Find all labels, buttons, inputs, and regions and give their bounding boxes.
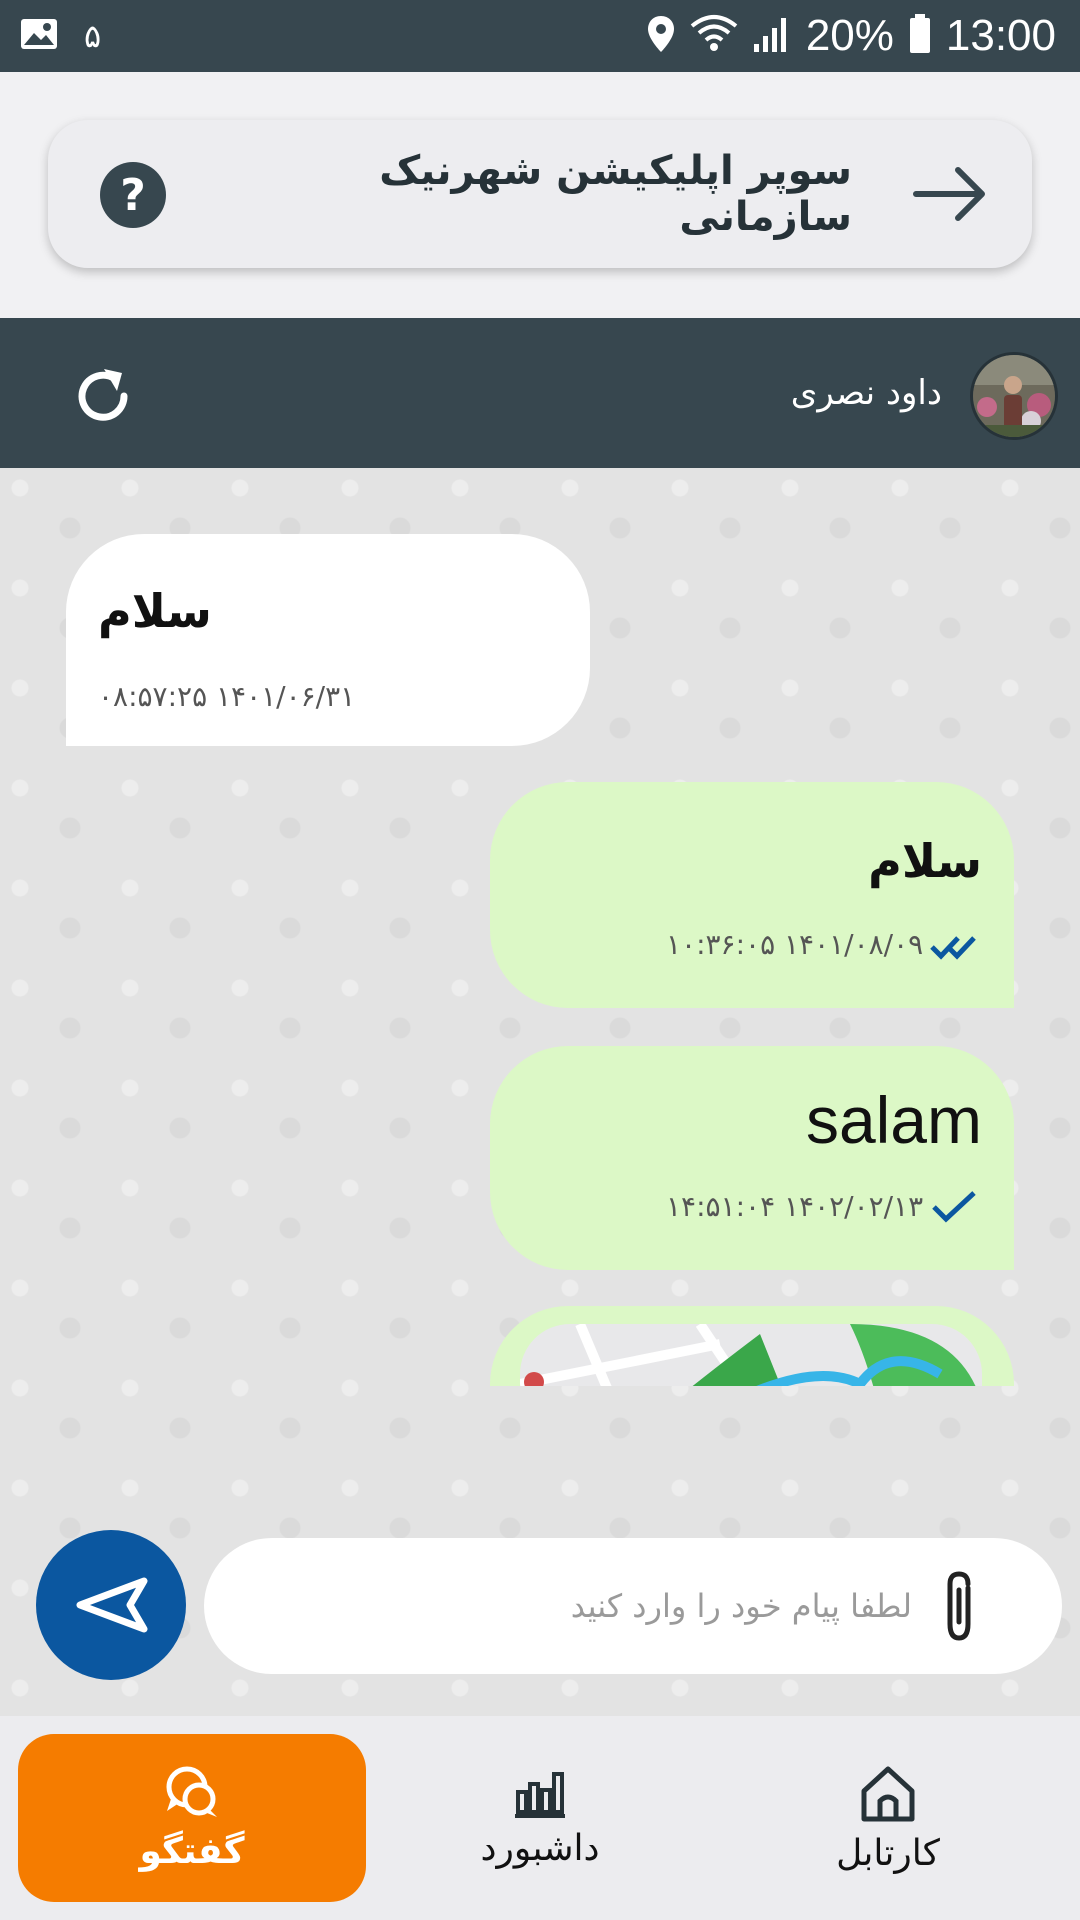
paperclip-icon — [947, 1571, 971, 1641]
nav-chat[interactable]: گفتگو — [18, 1734, 366, 1902]
message-input-box — [204, 1538, 1062, 1674]
help-button[interactable]: ? — [100, 162, 166, 228]
avatar[interactable] — [970, 352, 1058, 440]
app-header-area: ? سوپر اپلیکیشن شهرنیک سازمانی — [0, 72, 1080, 318]
status-bar-right: 20% 13:00 — [646, 0, 1056, 72]
app-header-card: ? سوپر اپلیکیشن شهرنیک سازمانی — [48, 120, 1032, 268]
send-button[interactable] — [36, 1530, 186, 1680]
nav-label: داشبورد — [480, 1827, 600, 1869]
message-list[interactable]: سلام ۱۴۰۱/۰۶/۳۱ ۰۸:۵۷:۲۵ سلام ۱۴۰۱/۰۸/۰۹… — [0, 468, 1080, 1386]
message-text: salam — [805, 1083, 982, 1157]
wifi-icon — [690, 14, 738, 58]
notification-count: ۵ — [84, 17, 102, 55]
back-button[interactable] — [910, 158, 990, 230]
question-mark-icon: ? — [120, 169, 146, 221]
attach-button[interactable] — [932, 1568, 992, 1644]
nav-cartable[interactable]: کارتابل — [714, 1734, 1062, 1902]
status-bar: ۵ 20% 13:00 — [0, 0, 1080, 72]
chat-header: داود نصری — [0, 318, 1080, 468]
nav-label: کارتابل — [836, 1832, 940, 1874]
message-input[interactable] — [244, 1538, 912, 1674]
double-check-icon — [930, 936, 976, 960]
refresh-button[interactable] — [70, 363, 136, 429]
chat-icon — [166, 1766, 217, 1817]
nav-dashboard[interactable]: داشبورد — [366, 1734, 714, 1902]
map-thumbnail[interactable] — [520, 1324, 982, 1386]
chat-area[interactable]: سلام ۱۴۰۱/۰۶/۳۱ ۰۸:۵۷:۲۵ سلام ۱۴۰۱/۰۸/۰۹… — [0, 468, 1080, 1716]
clock: 13:00 — [945, 11, 1056, 60]
location-icon — [646, 14, 676, 58]
home-icon — [861, 1766, 915, 1821]
contact-name: داود نصری — [790, 373, 942, 413]
message-text: سلام — [98, 584, 212, 638]
message-timestamp: ۱۴۰۱/۰۶/۳۱ ۰۸:۵۷:۲۵ — [98, 680, 356, 713]
refresh-icon — [78, 369, 128, 421]
message-bubble-outgoing[interactable]: سلام ۱۴۰۱/۰۸/۰۹ ۱۰:۳۶:۰۵ — [490, 782, 1014, 1008]
arrow-right-icon — [913, 167, 985, 221]
nav-label: گفتگو — [139, 1830, 245, 1872]
bottom-navigation: گفتگو داشبورد کارتابل — [0, 1716, 1080, 1920]
message-text: سلام — [868, 834, 982, 888]
message-bubble-location[interactable] — [490, 1306, 1014, 1386]
send-icon — [76, 1577, 148, 1633]
signal-icon — [752, 14, 792, 58]
message-timestamp: ۱۴۰۲/۰۲/۱۳ ۱۴:۵۱:۰۴ — [666, 1190, 924, 1223]
check-icon — [932, 1191, 976, 1223]
message-timestamp: ۱۴۰۱/۰۸/۰۹ ۱۰:۳۶:۰۵ — [666, 928, 924, 961]
status-bar-left: ۵ — [20, 0, 101, 72]
image-icon — [20, 18, 58, 54]
message-bubble-incoming[interactable]: سلام ۱۴۰۱/۰۶/۳۱ ۰۸:۵۷:۲۵ — [66, 534, 590, 746]
battery-percent: 20% — [805, 11, 894, 60]
battery-icon — [908, 13, 932, 59]
app-title: سوپر اپلیکیشن شهرنیک سازمانی — [379, 148, 852, 240]
bar-chart-icon — [515, 1771, 565, 1818]
message-bubble-outgoing[interactable]: salam ۱۴۰۲/۰۲/۱۳ ۱۴:۵۱:۰۴ — [490, 1046, 1014, 1270]
